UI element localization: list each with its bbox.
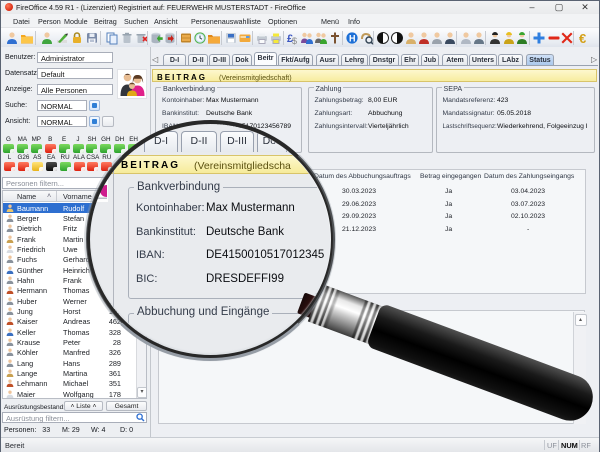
svg-text:$: $ xyxy=(292,36,297,45)
svg-text:H: H xyxy=(349,34,356,44)
svg-text:€: € xyxy=(579,31,586,45)
